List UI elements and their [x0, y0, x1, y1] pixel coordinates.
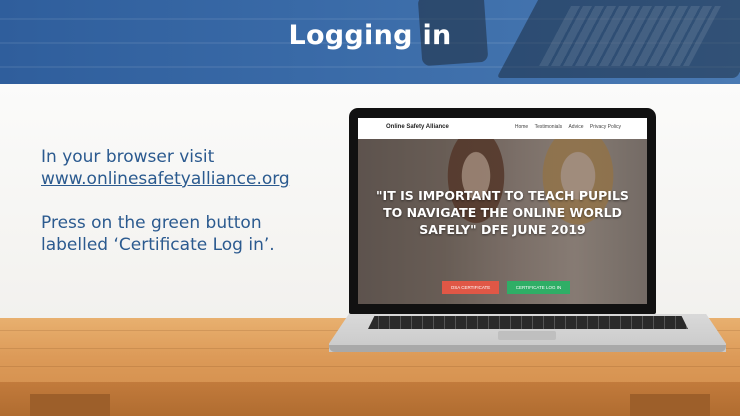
nav-home[interactable]: Home	[515, 124, 528, 130]
laptop-display: Online Safety Alliance Home Testimonials…	[358, 118, 647, 304]
title-banner: Logging in	[0, 0, 740, 84]
laptop-screen: Online Safety Alliance Home Testimonials…	[349, 108, 656, 314]
desk-edge	[0, 382, 740, 416]
nav-advice[interactable]: Advice	[568, 124, 583, 130]
slide: Logging in In your browser visit www.onl…	[0, 0, 740, 416]
slide-title: Logging in	[288, 20, 452, 51]
nav-testimonials[interactable]: Testimonials	[535, 124, 563, 130]
instruction-line-1: In your browser visit	[41, 147, 215, 167]
nav-privacy-policy[interactable]: Privacy Policy	[590, 124, 621, 130]
laptop-base-lip	[329, 345, 726, 352]
certificate-login-button[interactable]: CERTIFICATE LOG IN	[507, 281, 570, 294]
instruction-line-3: Press on the green button	[41, 213, 262, 233]
osa-certificate-button[interactable]: OSA CERTIFICATE	[442, 281, 499, 294]
desk-leg	[630, 394, 710, 416]
website-navbar: Online Safety Alliance Home Testimonials…	[358, 118, 647, 139]
website-logo[interactable]: Online Safety Alliance	[386, 124, 449, 130]
website-hero: "IT IS IMPORTANT TO TEACH PUPILS TO NAVI…	[358, 139, 647, 304]
website-nav-links: Home Testimonials Advice Privacy Policy	[510, 124, 621, 130]
hero-quote: "IT IS IMPORTANT TO TEACH PUPILS TO NAVI…	[376, 188, 629, 237]
instruction-line-4: labelled ‘Certificate Log in’.	[41, 235, 275, 255]
desk-leg	[30, 394, 110, 416]
laptop-trackpad	[498, 331, 556, 340]
instruction-text: In your browser visit www.onlinesafetyal…	[41, 146, 341, 256]
wood-grain	[0, 366, 740, 367]
website-url-link[interactable]: www.onlinesafetyalliance.org	[41, 169, 290, 189]
laptop-keyboard	[368, 316, 688, 329]
